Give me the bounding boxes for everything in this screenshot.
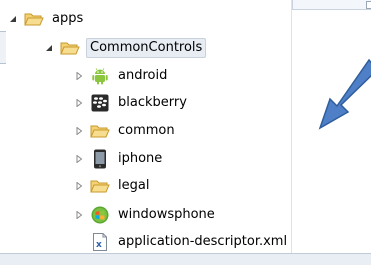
tree-item-label: iphone [118,151,163,166]
blue-arrow-icon [318,58,371,134]
tree-item-commoncontrols[interactable]: CommonControls [44,37,207,59]
tree-item-label: blackberry [118,95,187,110]
folder-open-icon [24,10,44,28]
tree-item-label: application-descriptor.xml [118,234,288,249]
tree-item-blackberry[interactable]: blackberry [74,92,189,114]
tree-item-label: CommonControls [86,38,207,58]
tree-item-common[interactable]: common [74,120,177,142]
adjacent-panel-edge [292,0,371,10]
tree-item-apps[interactable]: apps [8,8,85,30]
tree-item-label: windowsphone [118,207,215,222]
panel-bottom-edge [0,253,371,265]
svg-text:x: x [96,240,102,250]
folder-open-icon [60,39,80,57]
panel-divider [291,0,292,253]
windowsphone-icon [90,206,110,224]
blackberry-icon [90,94,110,112]
chevron-right-icon[interactable] [74,98,84,108]
tree-item-label: android [118,68,168,83]
tree-item-iphone[interactable]: iphone [74,148,164,170]
tree-item-label: legal [118,178,150,193]
android-icon [90,67,110,85]
chevron-right-icon[interactable] [74,126,84,136]
chevron-right-icon[interactable] [74,71,84,81]
chevron-right-icon[interactable] [74,181,84,191]
chevron-right-icon[interactable] [74,154,84,164]
tree-item-legal[interactable]: legal [74,175,151,197]
folder-icon [90,177,110,195]
chevron-down-icon[interactable] [44,43,54,53]
left-gutter-tab [0,31,6,64]
tree-item-label: common [118,123,175,138]
folder-icon [90,122,110,140]
chevron-down-icon[interactable] [8,14,18,24]
xml-file-icon: x [90,233,110,251]
tree-item-android[interactable]: android [74,65,169,87]
chevron-right-icon[interactable] [74,210,84,220]
iphone-icon [90,149,110,169]
tree-item-windowsphone[interactable]: windowsphone [74,204,217,226]
tree-item-application-descriptor[interactable]: x application-descriptor.xml [90,231,289,253]
tree-item-label: apps [52,11,84,26]
